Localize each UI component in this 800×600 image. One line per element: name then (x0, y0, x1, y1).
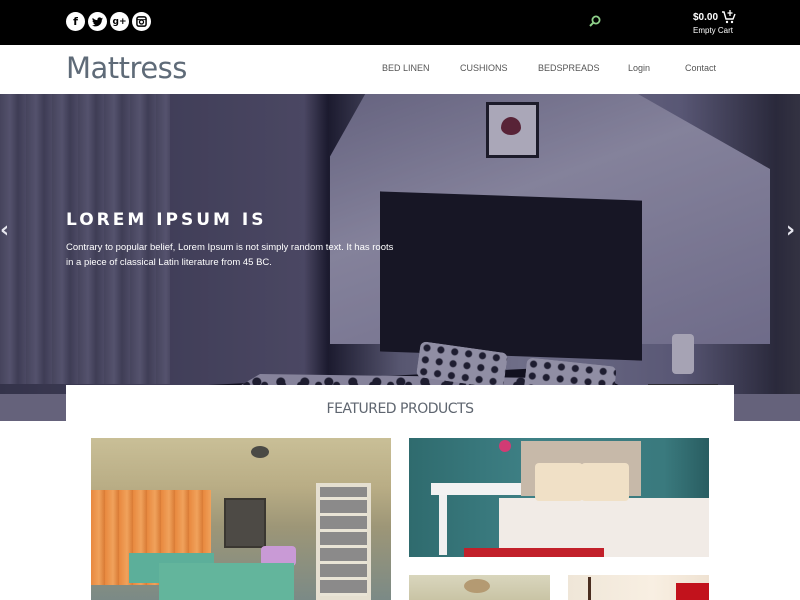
slider-next-arrow-icon[interactable]: › (786, 218, 795, 243)
red-throw (464, 548, 604, 557)
red-curtain (676, 583, 709, 600)
slider-prev-arrow-icon[interactable]: ‹ (0, 218, 9, 243)
cart-icon[interactable] (721, 10, 736, 24)
nav-bedspreads[interactable]: BEDSPREADS (538, 63, 600, 73)
floral-pillow (535, 463, 583, 501)
flowers (499, 440, 511, 452)
search-icon[interactable] (588, 14, 602, 28)
facebook-icon[interactable]: f (66, 12, 85, 31)
nav-bed-linen[interactable]: BED LINEN (382, 63, 430, 73)
top-bar: f g+ $0.00 Empty Cart (0, 0, 800, 45)
ceiling-light (251, 446, 269, 458)
instagram-icon[interactable] (132, 12, 151, 31)
ceiling-fan (464, 579, 490, 593)
nav-login[interactable]: Login (628, 63, 650, 73)
site-header: Mattress BED LINEN CUSHIONS BEDSPREADS L… (0, 45, 800, 94)
nav-cushions[interactable]: CUSHIONS (460, 63, 508, 73)
hero-text: Contrary to popular belief, Lorem Ipsum … (66, 242, 394, 268)
cart-status: Empty Cart (693, 26, 734, 35)
google-plus-icon[interactable]: g+ (110, 12, 129, 31)
side-table-leg (439, 495, 447, 555)
site-logo[interactable]: Mattress (66, 51, 187, 85)
product-image-four-poster-bed[interactable] (568, 575, 709, 600)
hero-title: LOREM IPSUM IS (66, 210, 267, 230)
twin-bed (159, 563, 294, 600)
bed-post (588, 577, 591, 600)
hero-slider: LOREM IPSUM IS Contrary to popular belie… (0, 94, 800, 421)
french-door (316, 483, 371, 600)
floral-pillow (581, 463, 629, 501)
window (224, 498, 266, 548)
featured-products-title: FEATURED PRODUCTS (326, 401, 474, 417)
side-table (431, 483, 521, 495)
product-image-ceiling-fan-room[interactable] (409, 575, 550, 600)
twitter-icon[interactable] (88, 12, 107, 31)
cart-amount: $0.00 (693, 12, 719, 23)
nav-contact[interactable]: Contact (685, 63, 716, 73)
social-links: f g+ (66, 12, 151, 31)
product-image-teal-bedroom[interactable] (409, 438, 709, 557)
featured-products-header: FEATURED PRODUCTS (66, 385, 734, 421)
product-image-sunroom-twin-beds[interactable] (91, 438, 391, 600)
